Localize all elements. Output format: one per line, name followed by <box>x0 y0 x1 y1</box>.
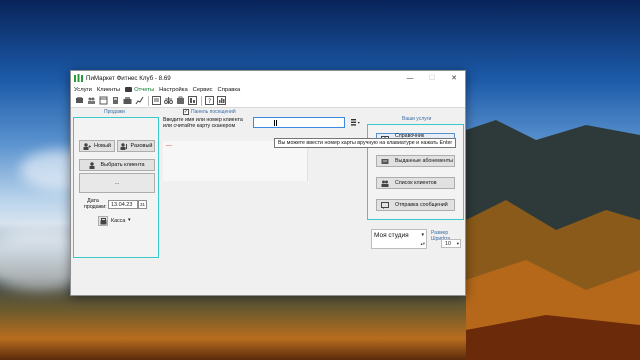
menu-help[interactable]: Справка <box>218 87 241 93</box>
chevron-down-icon: ▾ <box>456 241 459 246</box>
chevron-down-icon: ▾ <box>421 232 424 238</box>
chart-icon[interactable] <box>134 96 144 106</box>
services-section-label: Ваши услуги <box>402 116 432 122</box>
calendar-button[interactable]: 31 <box>138 200 147 209</box>
text-cursor <box>274 120 277 126</box>
single-user-icon <box>120 142 128 150</box>
menu-clients[interactable]: Клиенты <box>97 87 120 93</box>
sale-date-input[interactable]: 13.04.23 <box>108 200 138 209</box>
client-display: ... <box>79 173 155 193</box>
scales-icon[interactable] <box>151 96 161 106</box>
menu-services[interactable]: Услуги <box>74 87 92 93</box>
studio-list[interactable]: Моя студия ▾ ▴▾ <box>371 229 427 249</box>
message-icon <box>381 201 389 209</box>
sales-section-label: Продажи <box>104 109 125 115</box>
title-bar: ПиМаркет Фитнес Клуб - 8.69 — ☐ ✕ <box>71 71 465 85</box>
minimize-button[interactable]: — <box>399 71 421 85</box>
maximize-button[interactable]: ☐ <box>421 71 443 85</box>
client-search-input[interactable] <box>253 117 345 128</box>
card-icon[interactable] <box>175 96 185 106</box>
search-client-icon <box>89 161 97 169</box>
users-icon <box>381 180 389 187</box>
single-visit-button[interactable]: Разовый <box>117 140 155 152</box>
toolbar-separator <box>201 95 202 106</box>
app-window: ПиМаркет Фитнес Клуб - 8.69 — ☐ ✕ Услуги… <box>70 70 466 296</box>
cashbox-icon[interactable] <box>122 96 132 106</box>
search-label: Введите имя или номер клиента или считай… <box>163 117 243 130</box>
scroll-arrows-icon[interactable]: ▴▾ <box>420 241 425 247</box>
help-icon[interactable]: ? <box>204 96 214 106</box>
wallpaper-mountain <box>466 120 640 360</box>
sales-icon[interactable] <box>74 96 84 106</box>
issued-subscriptions-button[interactable]: Выданные абонементы <box>376 155 455 167</box>
bag-icon[interactable] <box>163 96 173 106</box>
app-logo-icon <box>74 74 83 82</box>
visits-checkbox[interactable]: ✓ Панель посещений <box>183 109 236 115</box>
main-area: Продажи Новый Разовый Выбрать клиента ..… <box>71 108 465 296</box>
ticket-icon <box>381 158 389 165</box>
card-list-icon[interactable] <box>351 119 360 126</box>
sale-date-label: Дата продажи: <box>84 198 107 210</box>
toolbar: ? <box>71 94 465 108</box>
result-placeholder: --- <box>166 143 172 149</box>
clients-list-button[interactable]: Список клиентов <box>376 177 455 189</box>
menu-bar: Услуги Клиенты Отчеты Настройка Сервис С… <box>71 85 465 94</box>
calendar-icon[interactable] <box>98 96 108 106</box>
report-icon <box>125 87 133 92</box>
checkbox-checked-icon: ✓ <box>183 109 189 115</box>
cash-register-button[interactable] <box>98 216 108 226</box>
studio-select[interactable]: Моя студия ▾ <box>373 231 425 240</box>
new-sale-button[interactable]: Новый <box>79 140 115 152</box>
clients-icon[interactable] <box>86 96 96 106</box>
cash-dropdown-icon[interactable]: ▾ <box>128 217 131 223</box>
close-button[interactable]: ✕ <box>443 71 465 85</box>
font-size-select[interactable]: 10 ▾ <box>441 239 461 248</box>
stats-icon[interactable] <box>187 96 197 106</box>
menu-reports[interactable]: Отчеты <box>125 87 154 93</box>
menu-settings[interactable]: Настройка <box>159 87 188 93</box>
select-client-button[interactable]: Выбрать клиента <box>79 159 155 171</box>
toolbar-separator <box>148 95 149 106</box>
money-icon[interactable] <box>110 96 120 106</box>
cash-register-icon <box>100 217 107 225</box>
window-controls: — ☐ ✕ <box>399 71 465 85</box>
search-tooltip: Вы можете ввести номер карты вручную на … <box>274 138 457 148</box>
send-messages-button[interactable]: Отправка сообщений <box>376 199 455 211</box>
cash-label: Касса <box>111 218 126 224</box>
menu-service[interactable]: Сервис <box>193 87 213 93</box>
svg-text:?: ? <box>208 98 211 105</box>
report-chart-icon[interactable] <box>216 96 226 106</box>
window-title: ПиМаркет Фитнес Клуб - 8.69 <box>86 74 171 82</box>
sales-panel: Новый Разовый Выбрать клиента ... Дата п… <box>73 117 159 258</box>
user-icon <box>83 142 91 150</box>
